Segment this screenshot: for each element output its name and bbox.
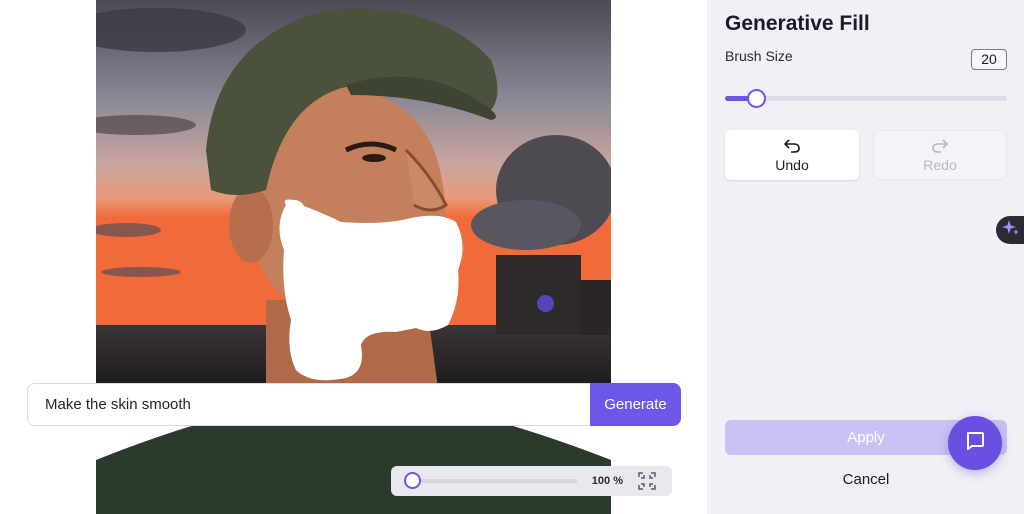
- panel-title: Generative Fill: [725, 12, 870, 35]
- zoom-slider[interactable]: [403, 472, 577, 489]
- chat-button[interactable]: [948, 416, 1002, 470]
- redo-button[interactable]: Redo: [873, 130, 1007, 180]
- generate-button[interactable]: Generate: [590, 383, 681, 426]
- fit-screen-icon[interactable]: [637, 471, 657, 491]
- undo-label: Undo: [775, 156, 809, 173]
- prompt-input[interactable]: [28, 384, 590, 425]
- brush-size-slider-thumb[interactable]: [746, 89, 766, 108]
- brush-cursor: [537, 295, 554, 312]
- cancel-button[interactable]: Cancel: [725, 466, 1007, 492]
- prompt-bar: Generate: [27, 383, 681, 426]
- redo-label: Redo: [923, 156, 957, 173]
- undo-button[interactable]: Undo: [725, 130, 859, 180]
- zoom-control: 100 %: [391, 466, 672, 496]
- canvas-area: Generate 100 %: [0, 0, 707, 514]
- edited-photo[interactable]: [96, 0, 611, 514]
- brush-size-label: Brush Size: [725, 48, 793, 64]
- redo-icon: [932, 138, 948, 154]
- zoom-slider-thumb[interactable]: [403, 472, 421, 489]
- ai-assistant-tab[interactable]: [996, 216, 1024, 244]
- undo-icon: [784, 138, 800, 154]
- chat-icon: [964, 430, 986, 457]
- app-window: Generate 100 % Generative Fill Brush Siz…: [0, 0, 1024, 514]
- zoom-value: 100 %: [591, 475, 623, 487]
- brush-size-value[interactable]: 20: [971, 49, 1007, 70]
- sparkle-icon: [1002, 219, 1020, 242]
- brush-size-slider[interactable]: [725, 89, 1007, 108]
